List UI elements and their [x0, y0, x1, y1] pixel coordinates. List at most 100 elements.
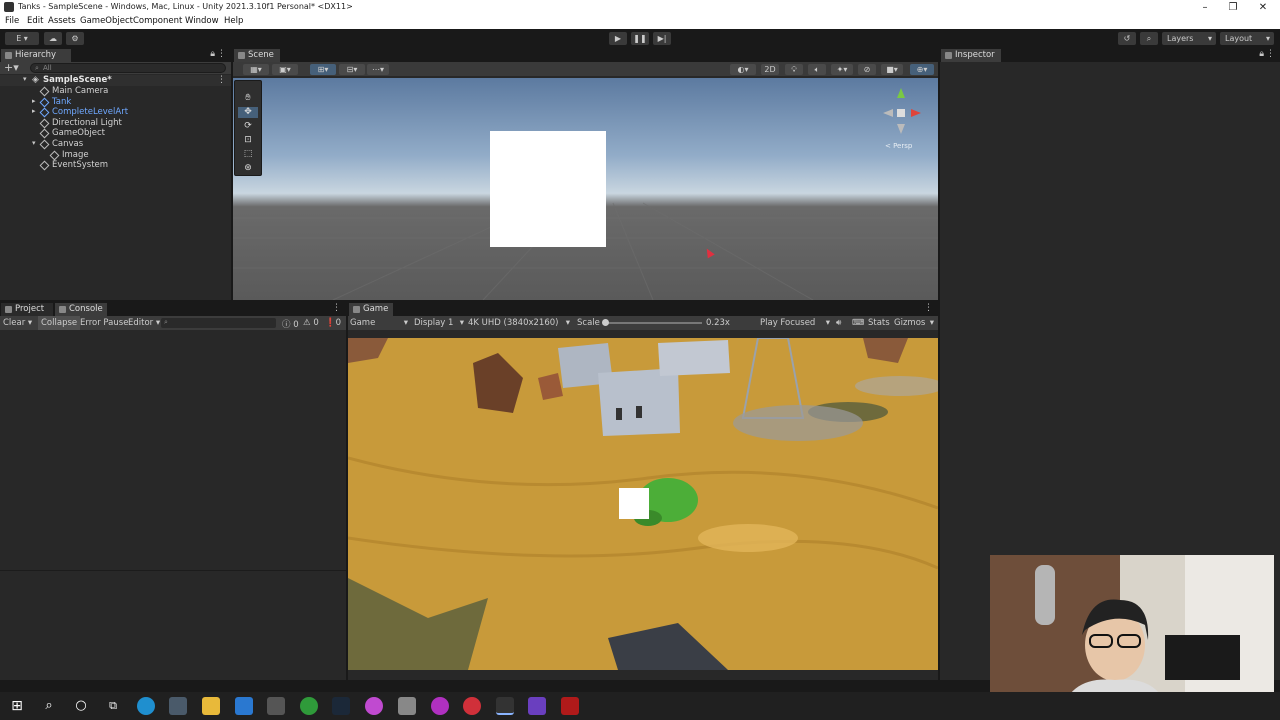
game-view-dropdown[interactable]: Game ▾ [350, 318, 408, 328]
expand-arrow-icon[interactable]: ▸ [32, 107, 36, 115]
hierarchy-item[interactable]: EventSystem [0, 160, 231, 171]
tab-inspector[interactable]: Inspector [941, 49, 1001, 62]
edge-icon[interactable] [137, 697, 155, 715]
more-icon[interactable]: ⋮ [217, 49, 226, 59]
scene-viewport[interactable]: ✋︎ ✥ ⟳ ⊡ ⬚ ⊛ < Persp [233, 78, 938, 300]
collapse-toggle[interactable]: Collapse [38, 316, 81, 330]
account-button[interactable]: E ▾ [5, 32, 39, 45]
menu-help[interactable]: Help [224, 16, 243, 26]
gizmos-dropdown[interactable]: Gizmos ▾ [894, 318, 934, 328]
rotate-tool-icon[interactable]: ⟳ [238, 121, 258, 132]
layout-dropdown[interactable]: Layout ▾ [1220, 32, 1274, 45]
minimize-icon[interactable]: – [1190, 0, 1220, 15]
hierarchy-item[interactable]: GameObject [0, 128, 231, 139]
error-pause-toggle[interactable]: Error Pause [80, 318, 128, 328]
mail-icon[interactable] [235, 697, 253, 715]
effects-button[interactable]: ✦▾ [831, 64, 853, 75]
menu-component[interactable]: Component [133, 16, 182, 26]
hierarchy-item[interactable]: Directional Light [0, 118, 231, 129]
render-mode-button[interactable]: ◐▾ [730, 64, 756, 75]
increment-button[interactable]: ⋯▾ [367, 64, 389, 75]
editor-dropdown[interactable]: Editor ▾ [128, 318, 160, 328]
expand-arrow-icon[interactable]: ▸ [32, 97, 36, 105]
orientation-gizmo-icon[interactable] [881, 86, 925, 136]
hierarchy-item[interactable]: ▸ Tank [0, 97, 231, 108]
cloud-icon[interactable]: ☁ [44, 32, 62, 45]
hierarchy-search-input[interactable]: ⌕ All [30, 63, 226, 73]
tab-game[interactable]: Game [349, 303, 393, 316]
shading-button[interactable]: ▣▾ [272, 64, 298, 75]
clear-button[interactable]: Clear ▾ [3, 318, 32, 328]
tab-project[interactable]: Project [1, 303, 53, 316]
pause-button[interactable]: ❚❚ [631, 32, 649, 45]
keyboard-icon[interactable]: ⌨ [852, 318, 864, 328]
info-count[interactable]: ⓘ 0 [282, 318, 299, 330]
camera-button[interactable]: ■▾ [881, 64, 903, 75]
cortana-icon[interactable]: ○ [72, 697, 90, 715]
menu-gameobject[interactable]: GameObject [80, 16, 133, 26]
inspector-more-icon[interactable]: ⋮ [1266, 49, 1275, 59]
scene-row[interactable]: ▾ ◈ SampleScene* ⋮ [0, 75, 231, 86]
file-explorer-icon[interactable] [202, 697, 220, 715]
snap-button[interactable]: ⊞▾ [310, 64, 336, 75]
scale-slider-handle[interactable] [602, 319, 609, 326]
scale-tool-icon[interactable]: ⊡ [238, 135, 258, 146]
scale-slider[interactable] [604, 322, 702, 324]
recorder-icon[interactable] [463, 697, 481, 715]
history-icon[interactable]: ↺ [1118, 32, 1136, 45]
tab-console[interactable]: Console [55, 303, 107, 316]
expand-arrow-icon[interactable]: ▾ [23, 75, 27, 83]
collab-icon[interactable]: ⚙ [66, 32, 84, 45]
search-icon[interactable]: ⌕ [40, 697, 58, 715]
hand-tool-icon[interactable]: ✋︎ [238, 93, 258, 104]
chrome-icon[interactable] [300, 697, 318, 715]
lighting-toggle-icon[interactable]: 💡︎ [785, 64, 803, 75]
hierarchy-item[interactable]: ▾ Canvas [0, 139, 231, 150]
expand-arrow-icon[interactable]: ▾ [32, 139, 36, 147]
draw-mode-button[interactable]: ▦▾ [243, 64, 269, 75]
rect-tool-icon[interactable]: ⬚ [238, 149, 258, 160]
app-icon[interactable] [365, 697, 383, 715]
task-view-icon[interactable]: ⧉ [104, 697, 122, 715]
visual-studio-icon[interactable] [528, 697, 546, 715]
filezilla-icon[interactable] [561, 697, 579, 715]
display-dropdown[interactable]: Display 1 ▾ [414, 318, 464, 328]
search-icon[interactable]: ⌕ [1140, 32, 1158, 45]
transform-tool-icon[interactable]: ⊛ [238, 163, 258, 174]
hidden-objects-icon[interactable]: ⊘ [858, 64, 876, 75]
steam-icon[interactable] [332, 697, 350, 715]
resolution-dropdown[interactable]: 4K UHD (3840x2160) ▾ [468, 318, 570, 328]
2d-toggle[interactable]: 2D [761, 64, 779, 75]
warning-count[interactable]: ⚠ 0 [303, 318, 319, 328]
lock-icon[interactable]: 🔒︎ [210, 49, 215, 59]
layers-dropdown[interactable]: Layers ▾ [1162, 32, 1216, 45]
store-icon[interactable] [169, 697, 187, 715]
obs-icon[interactable] [431, 697, 449, 715]
gizmos-button[interactable]: ⊕▾ [910, 64, 934, 75]
console-more-icon[interactable]: ⋮ [332, 303, 341, 313]
add-button[interactable]: +▾ [4, 61, 19, 74]
game-more-icon[interactable]: ⋮ [924, 303, 933, 313]
scene-menu-icon[interactable]: ⋮ [217, 75, 226, 85]
tab-scene[interactable]: Scene [234, 49, 280, 62]
error-count[interactable]: ❗0 [325, 318, 341, 328]
mute-audio-icon[interactable]: 🔊︎ [836, 318, 841, 328]
unity-editor-icon[interactable] [496, 697, 514, 715]
grid-button[interactable]: ⊟▾ [339, 64, 365, 75]
menu-assets[interactable]: Assets [48, 16, 76, 26]
hierarchy-item[interactable]: ▸ CompleteLevelArt [0, 107, 231, 118]
app2-icon[interactable] [398, 697, 416, 715]
play-button[interactable]: ▶ [609, 32, 627, 45]
unity-hub-icon[interactable] [267, 697, 285, 715]
inspector-lock-icon[interactable]: 🔒︎ [1259, 49, 1264, 59]
hierarchy-item[interactable]: Image [0, 150, 231, 161]
maximize-icon[interactable]: ❐ [1218, 0, 1248, 15]
menu-edit[interactable]: Edit [27, 16, 43, 26]
start-icon[interactable]: ⊞ [8, 697, 26, 715]
console-search-input[interactable]: ⌕ [161, 318, 276, 328]
menu-file[interactable]: File [5, 16, 19, 26]
play-mode-dropdown[interactable]: Play Focused ▾ [760, 318, 830, 328]
audio-toggle-icon[interactable]: 🔈︎ [808, 64, 826, 75]
menu-window[interactable]: Window [185, 16, 219, 26]
close-icon[interactable]: ✕ [1248, 0, 1278, 15]
